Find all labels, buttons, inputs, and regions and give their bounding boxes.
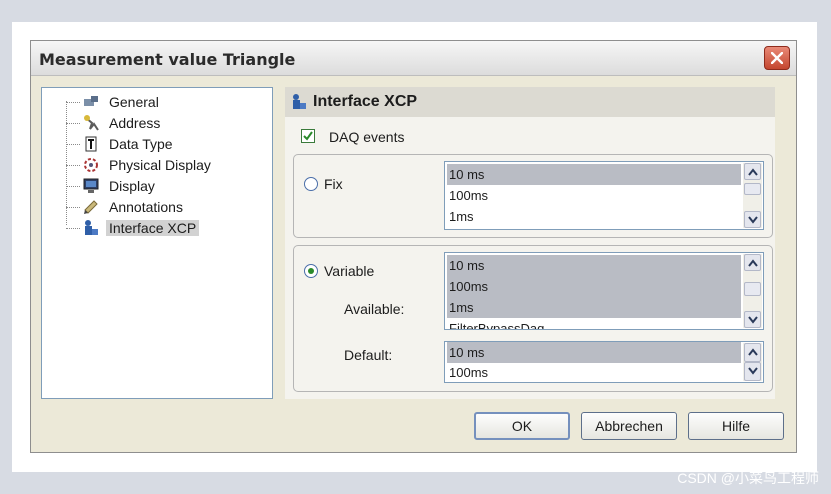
list-item[interactable]: 1ms (447, 297, 741, 318)
fix-group: Fix 10 ms 100ms 1ms (293, 154, 773, 238)
chevron-down-icon (748, 367, 758, 375)
daq-events-label: DAQ events (329, 129, 405, 145)
list-item[interactable]: 10 ms (447, 164, 741, 185)
scroll-up-button[interactable] (744, 343, 761, 362)
list-item[interactable]: 1ms (447, 206, 741, 227)
tree-item-data-type[interactable]: Data Type (66, 134, 176, 154)
address-icon (84, 115, 99, 131)
close-icon (771, 52, 783, 64)
chevron-down-icon (748, 316, 758, 324)
list-item[interactable]: 10 ms (447, 342, 741, 363)
list-item[interactable]: 10 ms (447, 255, 741, 276)
fix-radio[interactable] (304, 177, 318, 191)
data-type-icon (85, 136, 97, 152)
scroll-down-button[interactable] (744, 211, 761, 228)
available-label: Available: (344, 301, 405, 317)
tree-item-label: Display (109, 178, 155, 194)
title-bar[interactable]: Measurement value Triangle (31, 41, 796, 76)
help-button[interactable]: Hilfe (688, 412, 784, 440)
tree-item-label: Physical Display (109, 157, 211, 173)
scroll-thumb[interactable] (744, 282, 761, 296)
panel-header: Interface XCP (285, 87, 775, 117)
fix-scrollbar[interactable] (743, 163, 762, 228)
chevron-up-icon (748, 348, 758, 356)
display-icon (83, 178, 99, 193)
tree-item-label: Interface XCP (106, 220, 200, 236)
chevron-down-icon (748, 216, 758, 224)
properties-dialog: Measurement value Triangle General Addre… (30, 40, 797, 453)
tree-item-label: Data Type (109, 136, 173, 152)
physical-display-icon (84, 158, 98, 172)
scroll-up-button[interactable] (744, 163, 761, 180)
scroll-down-button[interactable] (744, 362, 761, 381)
default-listbox[interactable]: 10 ms 100ms (444, 341, 764, 383)
cancel-button[interactable]: Abbrechen (581, 412, 677, 440)
scroll-down-button[interactable] (744, 311, 761, 328)
variable-label: Variable (324, 263, 375, 279)
tree-item-physical-display[interactable]: Physical Display (66, 155, 214, 175)
chevron-up-icon (748, 259, 758, 267)
tree-item-display[interactable]: Display (66, 176, 158, 196)
list-item[interactable]: FilterBypassDaq (447, 318, 741, 329)
panel-title: Interface XCP (313, 93, 418, 110)
daq-events-checkbox[interactable] (301, 129, 315, 143)
tree-item-label: Annotations (109, 199, 183, 215)
ok-button[interactable]: OK (474, 412, 570, 440)
watermark: CSDN @小菜鸟工程师 (677, 470, 819, 486)
interface-xcp-icon (85, 220, 98, 235)
scroll-thumb[interactable] (744, 183, 761, 195)
fix-label: Fix (324, 176, 343, 192)
list-item[interactable]: 100ms (447, 185, 741, 206)
close-button[interactable] (764, 46, 790, 70)
list-item[interactable]: 100ms (447, 362, 741, 382)
tree-item-label: Address (109, 115, 161, 131)
annotations-icon (84, 200, 98, 214)
radio-dot-icon (308, 268, 314, 274)
tree-item-label: General (109, 94, 159, 110)
tree-item-interface-xcp[interactable]: Interface XCP (66, 218, 200, 238)
available-listbox[interactable]: 10 ms 100ms 1ms FilterBypassDaq (444, 252, 764, 330)
tree-item-address[interactable]: Address (66, 113, 163, 133)
fix-listbox[interactable]: 10 ms 100ms 1ms (444, 161, 764, 230)
window-title: Measurement value Triangle (39, 50, 296, 69)
interface-xcp-icon (293, 94, 306, 109)
default-label: Default: (344, 347, 393, 363)
category-tree: General Address Data Type Physical Displ… (41, 87, 273, 399)
list-item[interactable]: 100ms (447, 276, 741, 297)
default-scrollbar[interactable] (743, 343, 762, 381)
scroll-up-button[interactable] (744, 254, 761, 271)
chevron-up-icon (748, 168, 758, 176)
variable-radio[interactable] (304, 264, 318, 278)
general-icon (84, 96, 98, 106)
tree-item-general[interactable]: General (66, 92, 162, 112)
settings-panel: DAQ events Fix 10 ms 100ms 1ms Variable … (285, 117, 775, 399)
variable-group: Variable Available: 10 ms 100ms 1ms Filt… (293, 245, 773, 392)
checkmark-icon (303, 131, 313, 141)
available-scrollbar[interactable] (743, 254, 762, 328)
tree-item-annotations[interactable]: Annotations (66, 197, 186, 217)
